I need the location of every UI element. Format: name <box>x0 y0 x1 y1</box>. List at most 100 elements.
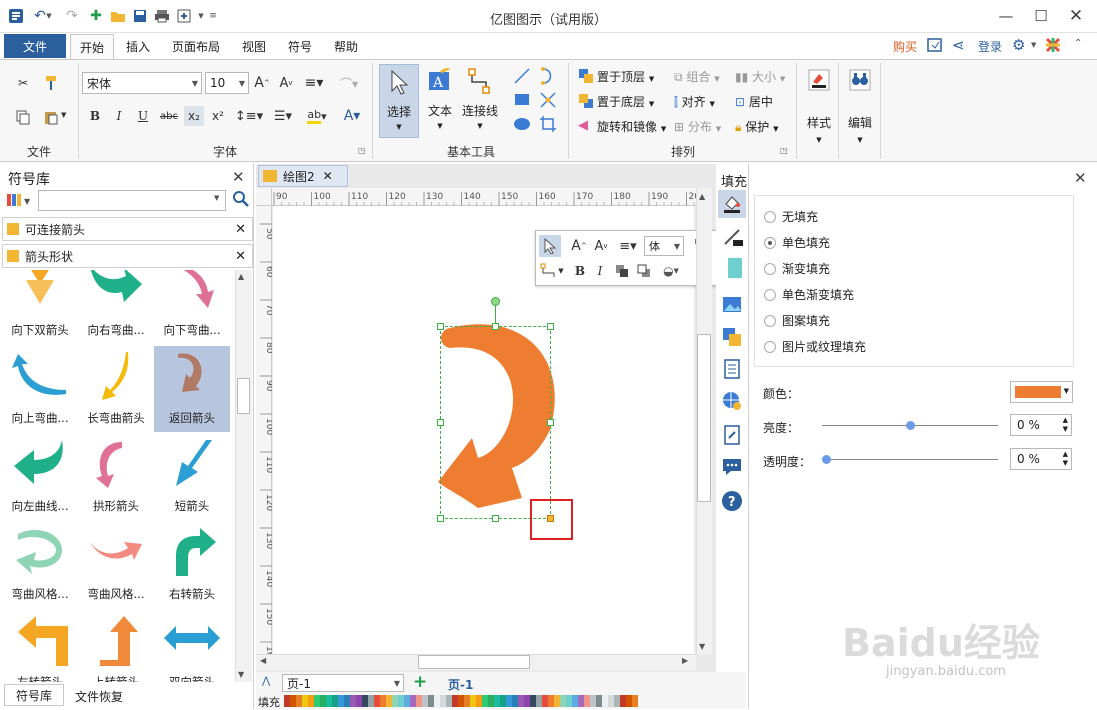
shape-item-long-curved-arrow[interactable]: 长弯曲箭头 <box>78 346 154 432</box>
minimize-button[interactable]: — <box>989 4 1023 28</box>
text-curve-icon[interactable]: ⌒▾ <box>334 73 364 93</box>
radio-button[interactable] <box>764 314 776 327</box>
help-icon[interactable]: ? <box>721 490 743 512</box>
size-button[interactable]: ▮▮ 大小 ▼ <box>735 68 785 85</box>
group-button[interactable]: ⧉ 组合 ▼ <box>674 68 720 85</box>
search-dropdown-icon[interactable]: ▼ <box>214 194 219 202</box>
line-tool-strip-icon[interactable] <box>721 226 743 248</box>
shape-item-return-arrow[interactable]: 返回箭头 <box>154 346 230 432</box>
mini-fill-icon[interactable]: ◒ ▼ <box>658 261 684 281</box>
shape-item-double-arrow[interactable]: 双向箭头 <box>154 610 230 682</box>
theme-colors-icon[interactable] <box>1045 37 1061 53</box>
send-to-back-button[interactable]: 置于底层 ▼ <box>597 93 654 110</box>
italic-icon[interactable]: I <box>110 106 128 126</box>
shrink-font-icon[interactable]: Av <box>277 73 295 93</box>
font-color-icon[interactable]: A▾ <box>338 106 366 126</box>
shape-item-down-curved-arrow[interactable]: 向下弯曲... <box>154 270 230 344</box>
tab-page-layout[interactable]: 页面布局 <box>166 34 226 58</box>
underline-icon[interactable]: U <box>134 106 152 126</box>
close-category-icon[interactable]: ✕ <box>235 249 246 264</box>
page-select[interactable]: 页-1 ▼ <box>282 674 404 692</box>
mini-align-icon[interactable]: ≡▾ <box>616 236 640 256</box>
fill-option-none[interactable]: 无填充 <box>764 208 818 225</box>
shape-item-down-double-arrow[interactable]: 向下双箭头 <box>2 270 78 344</box>
library-category-connectable-arrows[interactable]: 可连接箭头 ✕ <box>2 217 253 241</box>
cut-icon[interactable]: ✂ <box>12 72 34 94</box>
close-fill-panel-icon[interactable]: ✕ <box>1074 169 1087 187</box>
color-palette[interactable] <box>284 695 638 707</box>
distribute-button[interactable]: ⊞ 分布 ▼ <box>674 118 721 135</box>
shape-item-arch-arrow[interactable]: 拱形箭头 <box>78 434 154 520</box>
bullets-icon[interactable]: ☰▾ <box>270 106 296 126</box>
shadow-tool-icon[interactable] <box>728 258 742 278</box>
library-search-input[interactable] <box>38 190 226 211</box>
mini-shrink-font-icon[interactable]: Av <box>592 236 610 256</box>
close-document-icon[interactable]: ✕ <box>323 169 333 183</box>
protect-button[interactable]: 🔒︎ 保护 ▼ <box>735 118 778 135</box>
curve-tool-icon[interactable] <box>538 66 560 86</box>
canvas-scroll-down-icon[interactable]: ▼ <box>699 642 705 651</box>
select-tool-button[interactable]: 选择 ▼ <box>379 64 419 138</box>
comment-icon[interactable] <box>721 456 743 478</box>
font-size-select[interactable]: 10 ▼ <box>205 72 249 94</box>
mini-select-icon[interactable] <box>539 235 561 257</box>
shape-item-up-turn-arrow[interactable]: 上转箭头 <box>78 610 154 682</box>
hyperlink-globe-icon[interactable] <box>721 390 743 412</box>
rotation-handle[interactable] <box>491 297 500 306</box>
paste-dropdown-icon[interactable]: ▼ <box>61 111 66 119</box>
shape-item-left-curve-arrow[interactable]: 向左曲线... <box>2 434 78 520</box>
radio-button[interactable] <box>764 340 776 353</box>
mini-connector-icon[interactable]: ▼ <box>539 261 565 281</box>
copy-icon[interactable] <box>12 106 34 128</box>
spinner-arrows-icon[interactable]: ▲ ▼ <box>1063 450 1068 468</box>
resize-handle-s[interactable] <box>492 515 499 522</box>
superscript-icon[interactable]: x² <box>208 106 228 126</box>
format-painter-icon[interactable] <box>40 72 62 94</box>
library-scroll-thumb[interactable] <box>237 378 250 414</box>
collapse-ribbon-icon[interactable]: ⌃ <box>1074 38 1082 49</box>
tab-view[interactable]: 视图 <box>236 34 272 58</box>
library-category-arrow-shapes[interactable]: 箭头形状 ✕ <box>2 244 253 268</box>
transparency-input[interactable]: 0 % ▲ ▼ <box>1010 448 1072 470</box>
scroll-up-icon[interactable]: ▲ <box>238 272 244 281</box>
mini-send-back-icon[interactable] <box>636 261 652 281</box>
tab-symbol[interactable]: 符号 <box>282 34 318 58</box>
tab-start[interactable]: 开始 <box>70 34 114 60</box>
layers-tool-icon[interactable] <box>721 326 743 348</box>
color-picker[interactable]: ▼ <box>1010 381 1073 403</box>
settings-gear-icon[interactable]: ⚙ <box>1012 36 1025 54</box>
mini-grow-font-icon[interactable]: A ^ <box>570 236 588 256</box>
fill-option-single-gradient[interactable]: 单色渐变填充 <box>764 286 854 303</box>
ellipse-tool-icon[interactable] <box>512 114 534 134</box>
center-button[interactable]: ⊡ 居中 <box>735 93 773 110</box>
crop-icon[interactable] <box>538 114 560 134</box>
canvas-hscroll-thumb[interactable] <box>418 655 530 669</box>
tab-symbol-library[interactable]: 符号库 <box>4 684 64 706</box>
canvas-scroll-left-icon[interactable]: ◀ <box>260 656 266 665</box>
shape-item-curved-style-arrow-1[interactable]: 弯曲风格... <box>2 522 78 608</box>
canvas-vscroll-thumb[interactable] <box>697 334 711 502</box>
strikethrough-icon[interactable]: abc <box>158 106 180 126</box>
connector-tool-button[interactable]: 连接线 ▼ <box>459 64 501 138</box>
resize-handle-n[interactable] <box>492 323 499 330</box>
share-icon[interactable]: ⋖ <box>952 36 965 54</box>
arrange-dialog-launcher-icon[interactable]: ◳ <box>780 146 788 155</box>
fill-option-pattern[interactable]: 图案填充 <box>764 312 830 329</box>
paste-icon[interactable] <box>40 106 62 128</box>
tab-help[interactable]: 帮助 <box>328 34 364 58</box>
line-tool-icon[interactable] <box>512 66 534 86</box>
radio-button[interactable] <box>764 210 776 223</box>
close-window-button[interactable]: ✕ <box>1059 4 1093 28</box>
text-tool-button[interactable]: A 文本 ▼ <box>421 64 459 138</box>
brightness-slider-thumb[interactable] <box>905 421 915 430</box>
rotate-mirror-button[interactable]: 旋转和镜像 ▼ <box>597 118 666 135</box>
font-dialog-launcher-icon[interactable]: ◳ <box>358 146 366 155</box>
search-icon[interactable] <box>232 190 250 210</box>
mini-bring-front-icon[interactable] <box>614 261 630 281</box>
canvas-scroll-right-icon[interactable]: ▶ <box>682 656 688 665</box>
fill-option-solid[interactable]: 单色填充 <box>764 234 830 251</box>
page-tab[interactable]: 页-1 <box>448 676 473 693</box>
fill-option-picture[interactable]: 图片或纹理填充 <box>764 338 866 355</box>
page-properties-icon[interactable] <box>721 358 743 380</box>
resize-handle-ne[interactable] <box>547 323 554 330</box>
